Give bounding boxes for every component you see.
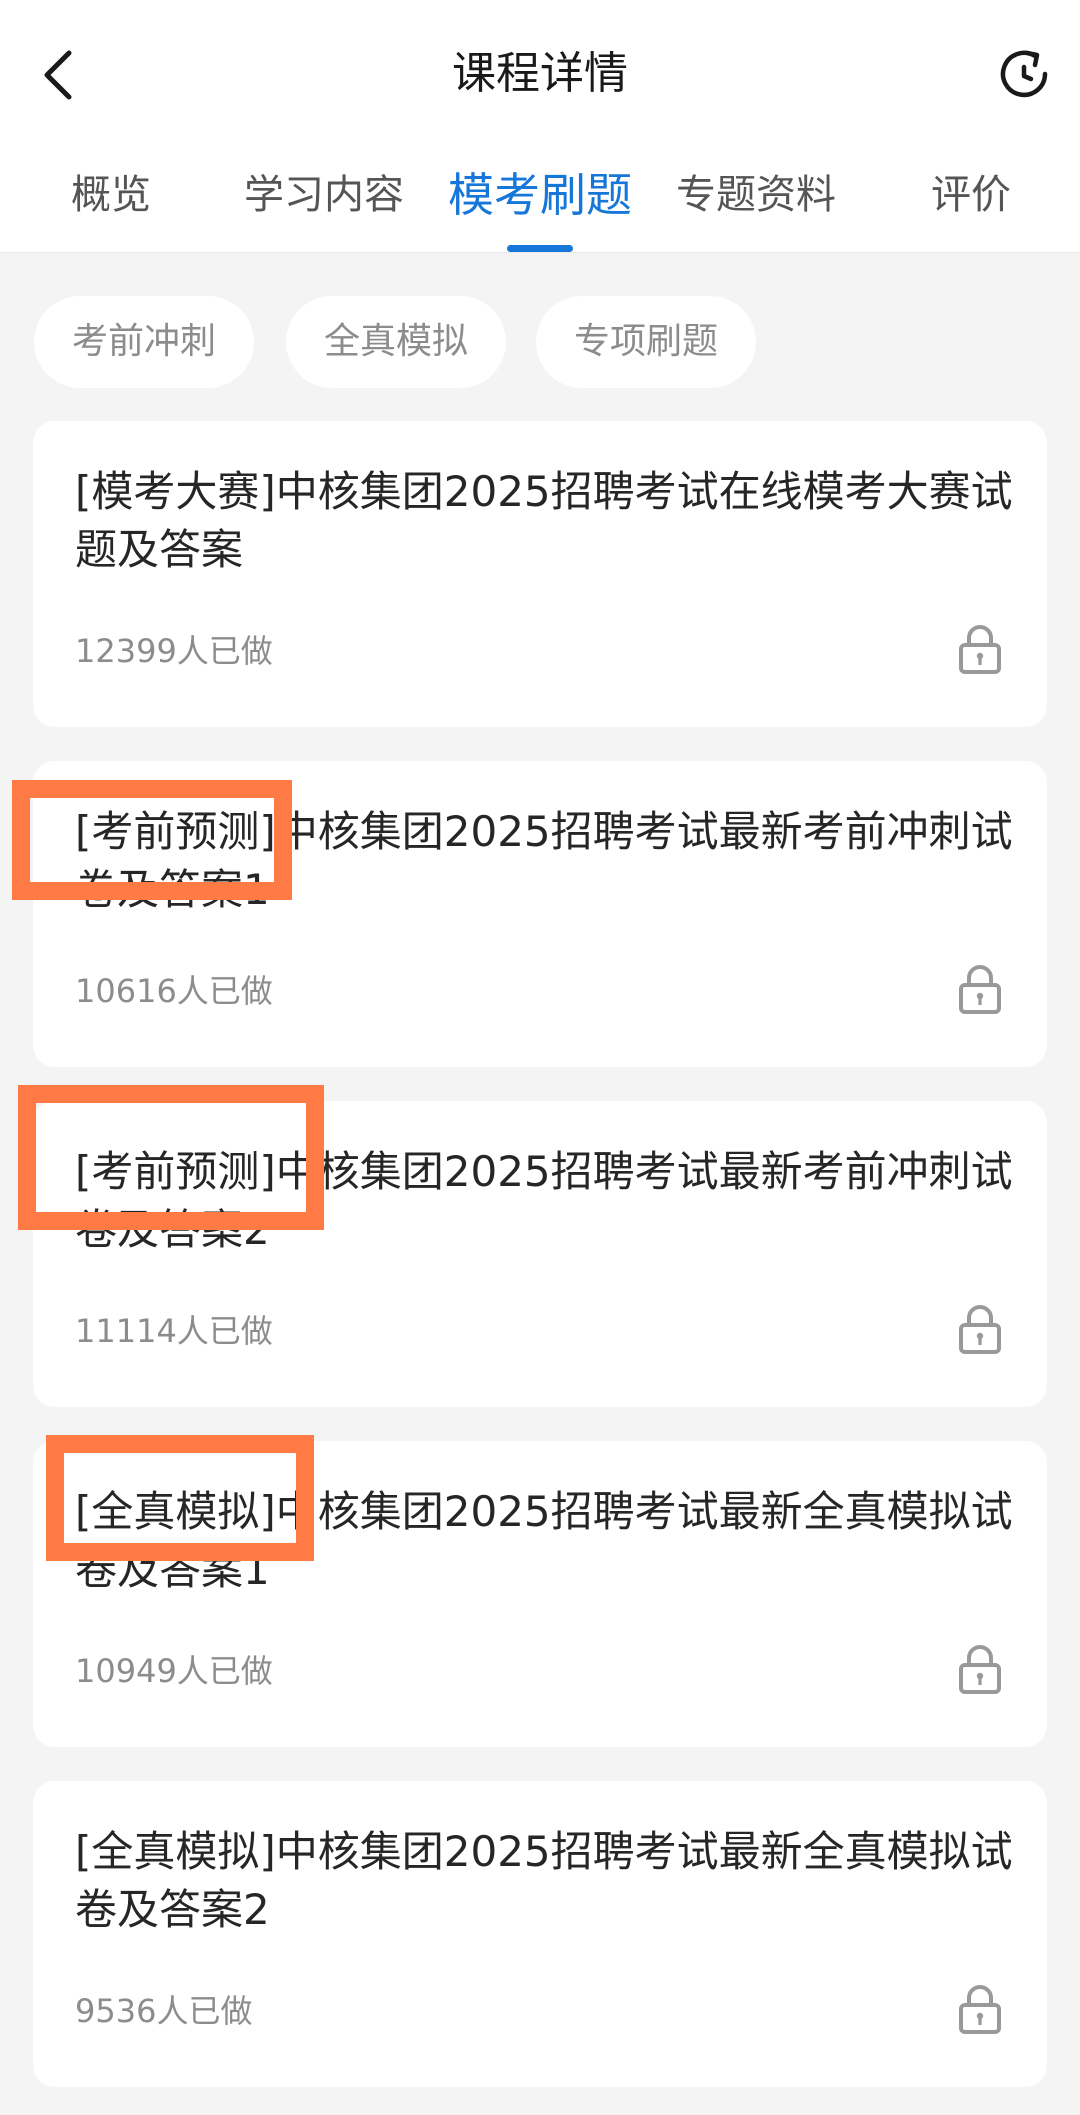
lock-icon: [959, 1985, 1001, 2034]
tab-bar: 概览 学习内容 模考刷题 专题资料 评价: [0, 160, 1080, 250]
app-header: 课程详情 概览 学习内容 模考刷题 专题资料 评价: [0, 0, 1080, 253]
exam-card[interactable]: [考前预测]中核集团2025招聘考试最新考前冲刺试卷及答案2 11114人已做: [33, 1101, 1047, 1407]
exam-card[interactable]: [全真模拟]中核集团2025招聘考试最新全真模拟试卷及答案2 9536人已做: [33, 1781, 1047, 2087]
lock-icon: [959, 625, 1001, 674]
tab-learning-content[interactable]: 学习内容: [236, 160, 412, 250]
lock-icon: [959, 965, 1001, 1014]
filter-chip-sprint[interactable]: 考前冲刺: [34, 296, 254, 388]
tab-topic-materials[interactable]: 专题资料: [668, 160, 844, 250]
exam-title: [全真模拟]中核集团2025招聘考试最新全真模拟试卷及答案2: [75, 1827, 1013, 1934]
exam-title: [全真模拟]中核集团2025招聘考试最新全真模拟试卷及答案1: [75, 1487, 1013, 1594]
exam-title: [考前预测]中核集团2025招聘考试最新考前冲刺试卷及答案2: [75, 1147, 1013, 1254]
exam-attempt-count: 9536人已做: [75, 1992, 253, 2030]
filter-chip-topic-drill[interactable]: 专项刷题: [536, 296, 756, 388]
exam-card[interactable]: [全真模拟]中核集团2025招聘考试最新全真模拟试卷及答案1 10949人已做: [33, 1441, 1047, 1747]
exam-card[interactable]: [模考大赛]中核集团2025招聘考试在线模考大赛试题及答案 12399人已做: [33, 421, 1047, 727]
active-tab-indicator: [507, 245, 573, 252]
lock-icon: [959, 1645, 1001, 1694]
filter-chip-simulation[interactable]: 全真模拟: [286, 296, 506, 388]
refresh-button[interactable]: [994, 44, 1054, 104]
exam-card[interactable]: [考前预测]中核集团2025招聘考试最新考前冲刺试卷及答案1 10616人已做: [33, 761, 1047, 1067]
exam-attempt-count: 12399人已做: [75, 632, 273, 670]
lock-icon: [959, 1305, 1001, 1354]
exam-title: [考前预测]中核集团2025招聘考试最新考前冲刺试卷及答案1: [75, 807, 1013, 914]
tab-overview[interactable]: 概览: [46, 160, 176, 250]
tab-reviews[interactable]: 评价: [906, 160, 1036, 250]
exam-attempt-count: 11114人已做: [75, 1312, 273, 1350]
refresh-icon: [1000, 50, 1048, 98]
exam-attempt-count: 10616人已做: [75, 972, 273, 1010]
exam-title: [模考大赛]中核集团2025招聘考试在线模考大赛试题及答案: [75, 467, 1013, 574]
page-title: 课程详情: [452, 48, 628, 99]
exam-attempt-count: 10949人已做: [75, 1652, 273, 1690]
tab-mock-exams[interactable]: 模考刷题: [440, 160, 640, 250]
